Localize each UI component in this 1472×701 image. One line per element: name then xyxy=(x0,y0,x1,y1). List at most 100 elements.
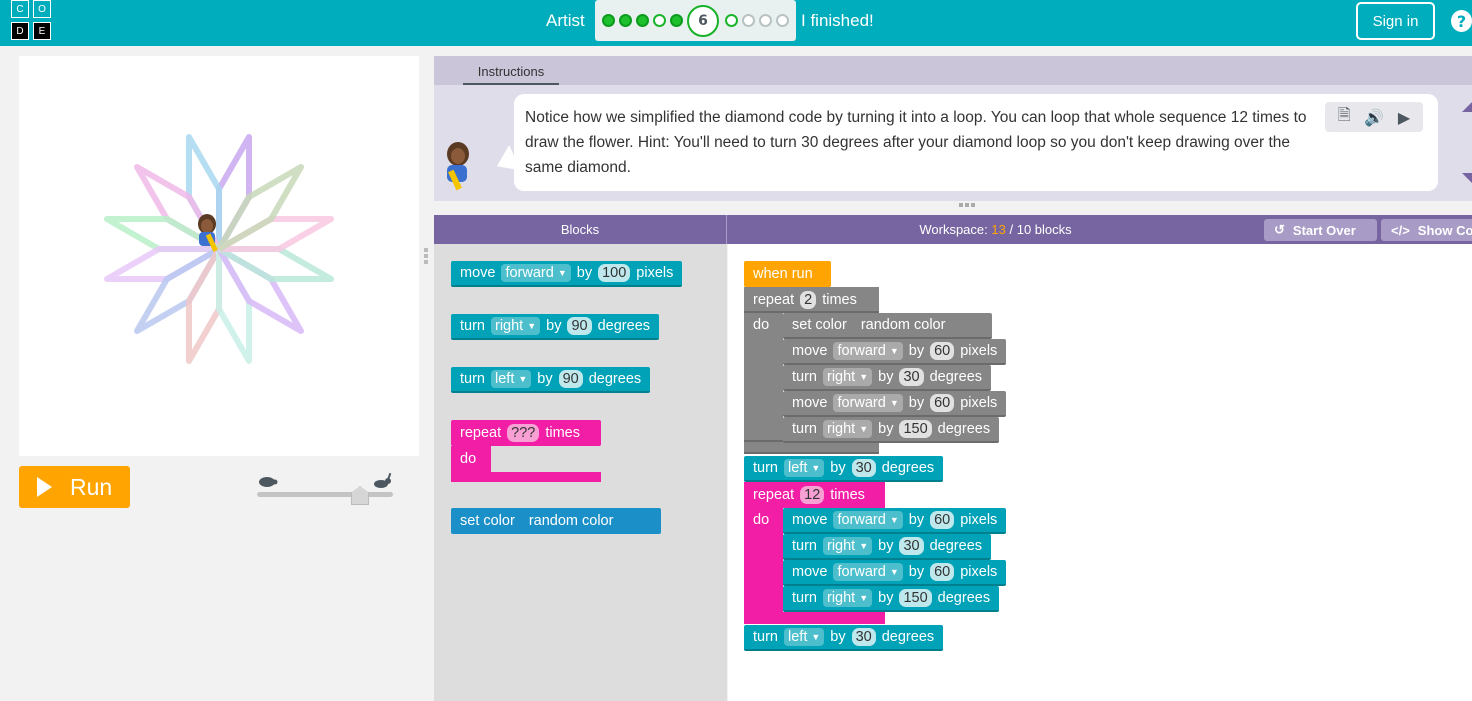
level-dot-3[interactable] xyxy=(636,14,649,27)
direction-dropdown[interactable]: left ▼ xyxy=(784,628,825,646)
artist-character-icon xyxy=(198,214,218,252)
move-forward-block[interactable]: move forward ▼ by 60 pixels xyxy=(783,391,1007,417)
workspace-label: Workspace: xyxy=(919,222,988,237)
angle-input[interactable]: 30 xyxy=(899,368,924,386)
direction-dropdown[interactable]: right ▼ xyxy=(823,589,873,607)
flower-drawing xyxy=(104,134,334,364)
logo-letter-d: D xyxy=(11,22,29,40)
toolbox-title: Blocks xyxy=(434,215,727,244)
artist-canvas xyxy=(19,56,419,456)
direction-dropdown[interactable]: left ▼ xyxy=(784,459,825,477)
angle-input[interactable]: 90 xyxy=(558,370,583,388)
repeat-12-footer xyxy=(744,612,885,624)
repeat-2-block[interactable]: repeat 2 times xyxy=(744,287,866,313)
distance-input[interactable]: 60 xyxy=(930,394,955,412)
direction-dropdown[interactable]: forward ▼ xyxy=(833,563,903,581)
current-level-dot[interactable]: 6 xyxy=(687,5,719,37)
angle-input[interactable]: 30 xyxy=(851,459,876,477)
distance-input[interactable]: 100 xyxy=(598,264,631,282)
distance-input[interactable]: 60 xyxy=(930,511,955,529)
diamond-petal xyxy=(134,246,222,334)
direction-dropdown[interactable]: forward ▼ xyxy=(833,394,903,412)
toolbox-move-block[interactable]: move forward ▼ by 100 pixels xyxy=(451,261,683,287)
direction-dropdown[interactable]: left ▼ xyxy=(491,370,532,388)
angle-input[interactable]: 30 xyxy=(851,628,876,646)
direction-dropdown[interactable]: right ▼ xyxy=(823,537,873,555)
sign-in-button[interactable]: Sign in xyxy=(1356,2,1435,40)
repeat-count-input[interactable]: ??? xyxy=(507,424,540,442)
when-run-block[interactable]: when run xyxy=(744,261,831,287)
level-dot-7[interactable] xyxy=(725,14,738,27)
toolbox-turn-right-block[interactable]: turn right ▼ by 90 degrees xyxy=(451,314,660,340)
distance-input[interactable]: 60 xyxy=(930,342,955,360)
direction-dropdown[interactable]: right ▼ xyxy=(823,420,873,438)
code-logo[interactable]: C O D E xyxy=(11,0,53,42)
repeat-2-do-label: do xyxy=(753,317,770,333)
random-color-value: random color xyxy=(860,317,946,333)
level-dot-9[interactable] xyxy=(759,14,772,27)
finished-link[interactable]: I finished! xyxy=(801,11,874,31)
tab-instructions[interactable]: Instructions xyxy=(463,60,559,85)
play-audio-icon[interactable]: ▶ xyxy=(1398,108,1410,127)
show-code-button[interactable]: </>Show Code xyxy=(1381,219,1472,241)
level-dot-1[interactable] xyxy=(602,14,615,27)
instructions-text: Notice how we simplified the diamond cod… xyxy=(525,109,1307,176)
toolbox-turn-left-block[interactable]: turn left ▼ by 90 degrees xyxy=(451,367,651,393)
speed-slider[interactable] xyxy=(256,472,396,506)
turn-right-block[interactable]: turn right ▼ by 30 degrees xyxy=(783,365,992,391)
block-limit: / 10 blocks xyxy=(1009,222,1072,237)
rabbit-icon xyxy=(374,472,392,488)
instructions-avatar-icon xyxy=(447,142,469,191)
repeat-12-do-label: do xyxy=(753,512,770,528)
direction-dropdown[interactable]: forward ▼ xyxy=(501,264,571,282)
turtle-icon xyxy=(259,477,278,487)
resize-grip-icon[interactable] xyxy=(959,203,979,211)
angle-input[interactable]: 90 xyxy=(567,317,592,335)
toolbox-set-color-block[interactable]: set color random color xyxy=(451,508,661,534)
start-over-button[interactable]: ↺ Start Over xyxy=(1264,219,1377,241)
turn-right-block[interactable]: turn right ▼ by 150 degrees xyxy=(783,586,1000,612)
repeat-count-input[interactable]: 12 xyxy=(800,486,825,504)
level-dot-10[interactable] xyxy=(776,14,789,27)
level-dot-2[interactable] xyxy=(619,14,632,27)
run-button[interactable]: Run xyxy=(19,466,130,508)
level-progress: 6 xyxy=(595,0,796,41)
turn-left-block[interactable]: turn left ▼ by 30 degrees xyxy=(744,625,944,651)
diamond-petal xyxy=(216,246,304,334)
level-dot-8[interactable] xyxy=(742,14,755,27)
repeat-footer xyxy=(451,472,601,482)
direction-dropdown[interactable]: forward ▼ xyxy=(833,342,903,360)
logo-letter-c: C xyxy=(11,0,29,18)
speech-settings-icon[interactable]: 🗎 xyxy=(1338,104,1351,131)
level-dot-4[interactable] xyxy=(653,14,666,27)
angle-input[interactable]: 30 xyxy=(899,537,924,555)
speed-thumb[interactable] xyxy=(351,486,369,505)
level-dot-5[interactable] xyxy=(670,14,683,27)
turn-right-block[interactable]: turn right ▼ by 150 degrees xyxy=(783,417,1000,443)
turn-left-block[interactable]: turn left ▼ by 30 degrees xyxy=(744,456,944,482)
repeat-12-block[interactable]: repeat 12 times xyxy=(744,482,874,508)
turn-right-block[interactable]: turn right ▼ by 30 degrees xyxy=(783,534,992,560)
move-forward-block[interactable]: move forward ▼ by 60 pixels xyxy=(783,339,1007,365)
help-icon[interactable]: ? xyxy=(1451,10,1472,32)
direction-dropdown[interactable]: forward ▼ xyxy=(833,511,903,529)
split-handle-icon[interactable] xyxy=(424,248,428,266)
volume-icon[interactable]: 🔊 xyxy=(1364,108,1384,127)
angle-input[interactable]: 150 xyxy=(899,589,932,607)
move-forward-block[interactable]: move forward ▼ by 60 pixels xyxy=(783,560,1007,586)
run-label: Run xyxy=(70,473,113,500)
random-color-value: random color xyxy=(528,513,614,529)
direction-dropdown[interactable]: right ▼ xyxy=(491,317,541,335)
scroll-down-icon[interactable] xyxy=(1462,173,1472,183)
scroll-up-icon[interactable] xyxy=(1462,102,1472,112)
move-forward-block[interactable]: move forward ▼ by 60 pixels xyxy=(783,508,1007,534)
direction-dropdown[interactable]: right ▼ xyxy=(823,368,873,386)
set-color-block[interactable]: set color random color xyxy=(783,313,992,339)
undo-icon: ↺ xyxy=(1274,222,1285,237)
angle-input[interactable]: 150 xyxy=(899,420,932,438)
repeat-count-input[interactable]: 2 xyxy=(800,291,817,309)
distance-input[interactable]: 60 xyxy=(930,563,955,581)
play-icon xyxy=(37,477,52,497)
logo-letter-e: E xyxy=(33,22,51,40)
speed-track[interactable] xyxy=(257,492,393,497)
